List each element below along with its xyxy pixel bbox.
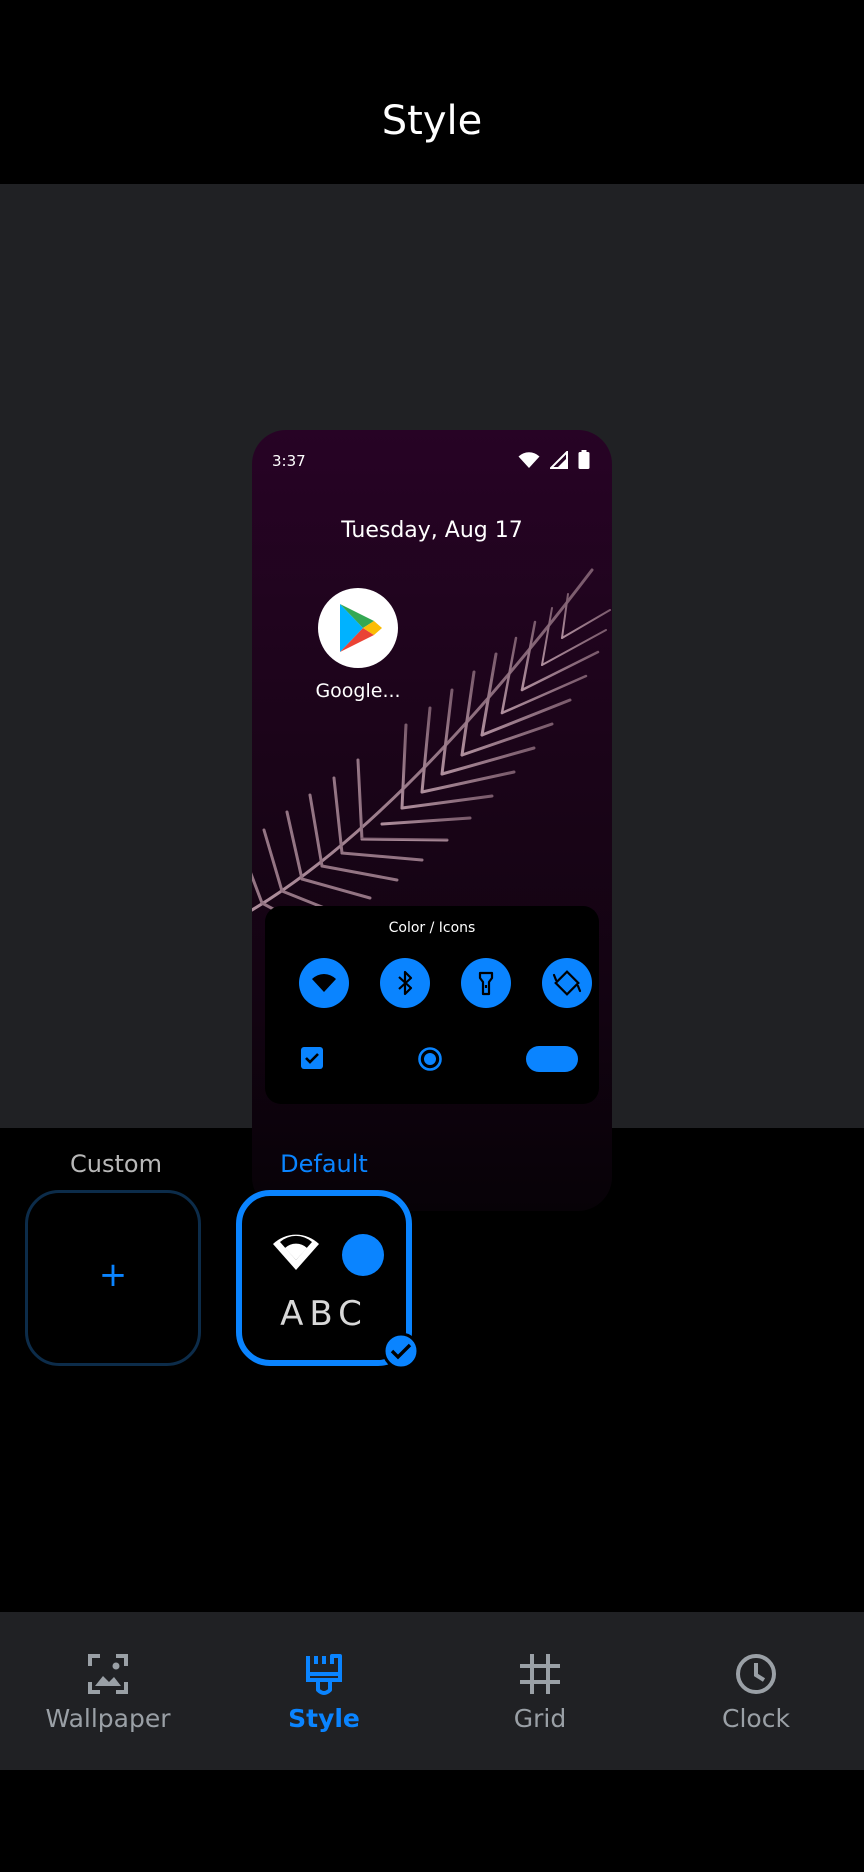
font-sample-text: ABC bbox=[280, 1294, 368, 1334]
wifi-status-icon bbox=[518, 451, 540, 468]
default-option-label: Default bbox=[280, 1150, 368, 1178]
nav-style[interactable]: Style bbox=[216, 1612, 432, 1770]
grid-icon bbox=[520, 1654, 560, 1694]
wallpaper-icon bbox=[88, 1654, 128, 1694]
signal-icon bbox=[550, 450, 568, 469]
custom-style-tile[interactable]: + bbox=[25, 1190, 201, 1366]
default-style-tile[interactable]: ABC bbox=[236, 1190, 420, 1370]
qs-wifi-button bbox=[299, 958, 349, 1008]
add-icon: + bbox=[98, 1255, 128, 1295]
radio-selected-icon bbox=[418, 1047, 442, 1071]
bottom-navigation: Wallpaper Style Grid Clock bbox=[0, 1612, 864, 1770]
qs-bluetooth-button bbox=[380, 958, 430, 1008]
google-play-app-icon[interactable] bbox=[318, 588, 398, 668]
quick-settings-card: Color / Icons bbox=[265, 906, 599, 1104]
app-label: Google... bbox=[315, 680, 401, 702]
app-header: Style bbox=[0, 0, 864, 184]
auto-rotate-icon bbox=[552, 970, 582, 996]
status-icons bbox=[518, 450, 590, 469]
toggle-switch bbox=[526, 1046, 578, 1072]
wifi-icon bbox=[312, 974, 336, 992]
bluetooth-icon bbox=[398, 970, 413, 996]
battery-icon bbox=[578, 450, 590, 469]
play-store-icon bbox=[340, 604, 382, 652]
flashlight-icon bbox=[478, 971, 494, 996]
page-title: Style bbox=[381, 98, 483, 144]
brush-icon bbox=[306, 1654, 342, 1695]
qs-rotate-button bbox=[542, 958, 592, 1008]
selected-check-icon bbox=[382, 1332, 420, 1370]
checkbox-checked-icon bbox=[301, 1047, 323, 1069]
qs-flashlight-button bbox=[461, 958, 511, 1008]
phone-preview: 3:37 Tuesday, Aug 17 Google... Color / I… bbox=[252, 430, 612, 1211]
nav-label-wallpaper: Wallpaper bbox=[45, 1704, 171, 1733]
nav-label-style: Style bbox=[288, 1704, 360, 1733]
status-time: 3:37 bbox=[272, 452, 306, 470]
color-dot bbox=[342, 1234, 384, 1276]
custom-option-label: Custom bbox=[70, 1150, 162, 1178]
nav-clock[interactable]: Clock bbox=[648, 1612, 864, 1770]
nav-wallpaper[interactable]: Wallpaper bbox=[0, 1612, 216, 1770]
nav-label-clock: Clock bbox=[722, 1704, 790, 1733]
preview-date: Tuesday, Aug 17 bbox=[341, 518, 523, 543]
quick-settings-title: Color / Icons bbox=[388, 920, 476, 936]
clock-icon bbox=[736, 1654, 776, 1694]
theme-preview-area: 3:37 Tuesday, Aug 17 Google... Color / I… bbox=[0, 184, 864, 1211]
nav-label-grid: Grid bbox=[513, 1704, 567, 1733]
wifi-sample-icon bbox=[273, 1234, 319, 1270]
nav-grid[interactable]: Grid bbox=[432, 1612, 648, 1770]
